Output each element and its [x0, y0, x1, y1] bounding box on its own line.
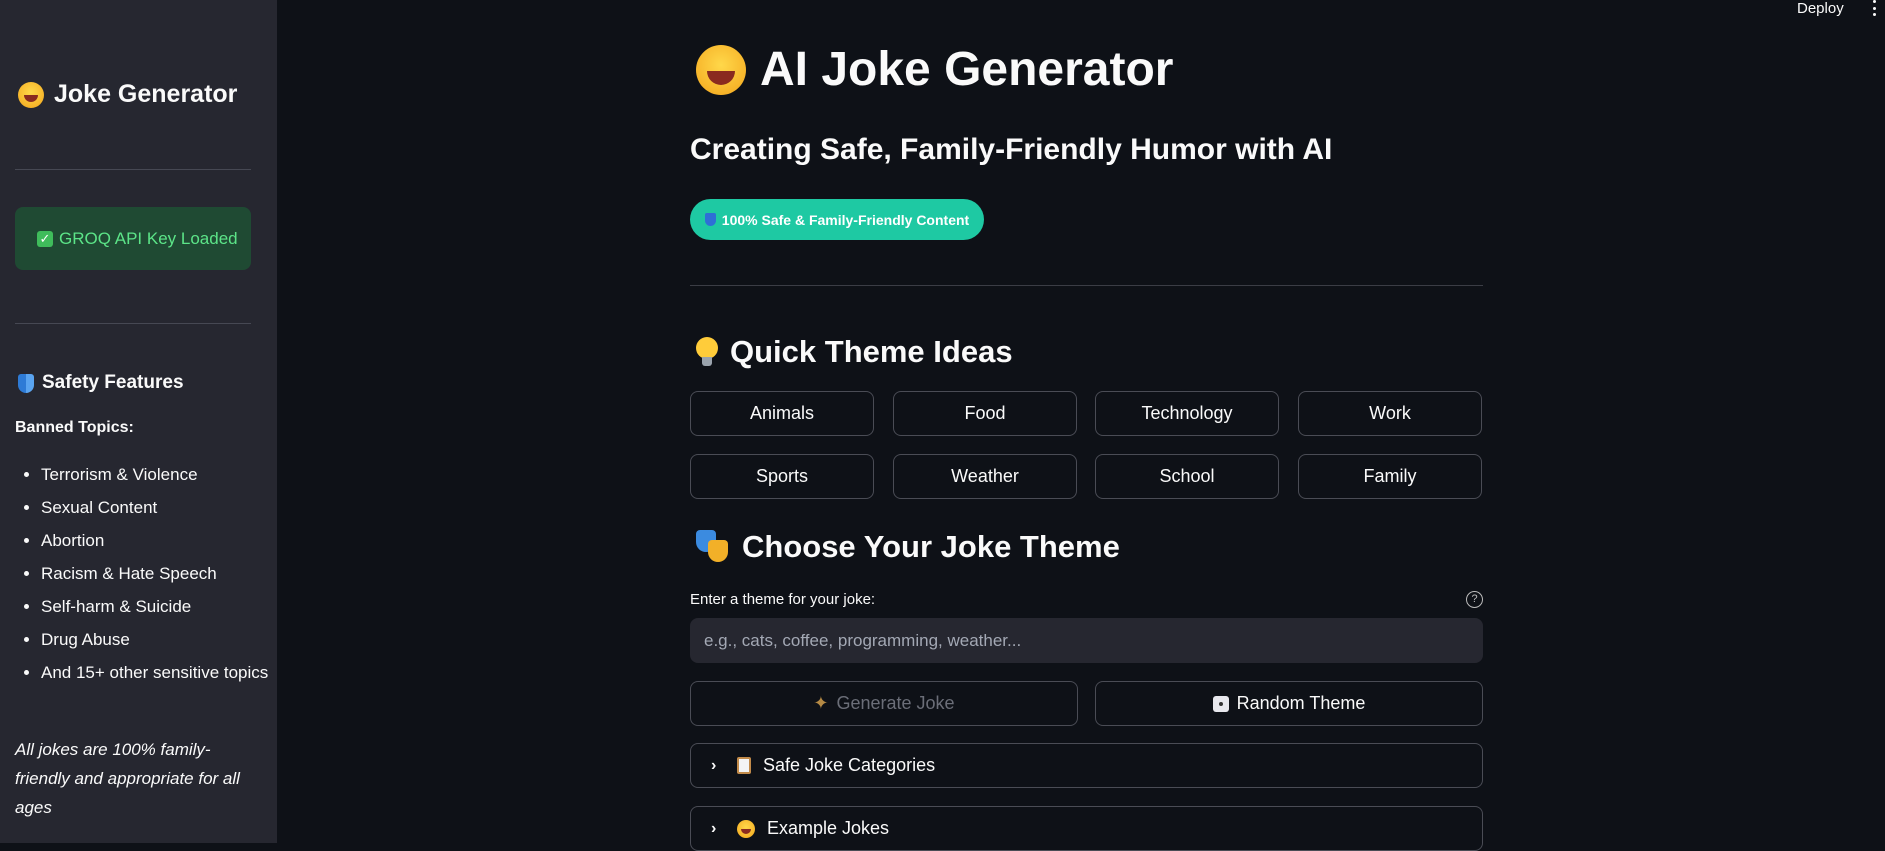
help-icon[interactable]: ? [1466, 591, 1483, 608]
list-item: Self-harm & Suicide [41, 595, 277, 619]
random-theme-label: Random Theme [1236, 693, 1366, 713]
theme-button-weather[interactable]: Weather [893, 454, 1077, 499]
laughing-emoji-icon [696, 44, 746, 95]
example-jokes-expander[interactable]: › Example Jokes [690, 806, 1483, 851]
check-icon: ✓ [37, 230, 53, 247]
theme-button-animals[interactable]: Animals [690, 391, 874, 436]
theme-button-school[interactable]: School [1095, 454, 1279, 499]
theme-input[interactable] [690, 618, 1483, 663]
list-item: Drug Abuse [41, 628, 277, 652]
choose-theme-heading: Choose Your Joke Theme [696, 529, 1120, 565]
safe-badge-text: 100% Safe & Family-Friendly Content [721, 211, 970, 228]
page-subtitle: Creating Safe, Family-Friendly Humor wit… [690, 133, 1333, 166]
divider [690, 285, 1483, 286]
theme-input-label: Enter a theme for your joke: [690, 591, 876, 608]
chevron-right-icon: › [711, 819, 717, 837]
laughing-emoji-icon [737, 819, 755, 838]
safety-features-text: Safety Features [42, 372, 184, 393]
sidebar: Joke Generator ✓ GROQ API Key Loaded Saf… [0, 0, 277, 843]
safe-content-badge: 100% Safe & Family-Friendly Content [690, 199, 984, 240]
generate-joke-label: Generate Joke [836, 693, 955, 713]
sparkle-icon: ✦ [813, 693, 829, 713]
chevron-right-icon: › [711, 756, 717, 774]
deploy-button[interactable]: Deploy [1797, 0, 1844, 17]
list-item: Terrorism & Violence [41, 463, 277, 487]
choose-theme-heading-text: Choose Your Joke Theme [742, 529, 1120, 564]
list-item: Sexual Content [41, 496, 277, 520]
safety-features-heading: Safety Features [18, 372, 184, 394]
bulb-icon [696, 337, 718, 367]
quick-theme-heading-text: Quick Theme Ideas [730, 334, 1013, 369]
list-item: Racism & Hate Speech [41, 562, 277, 586]
page-title: AI Joke Generator [696, 42, 1173, 97]
page-title-text: AI Joke Generator [760, 43, 1174, 96]
expander-label: Example Jokes [767, 818, 890, 838]
family-friendly-note: All jokes are 100% family-friendly and a… [15, 740, 240, 817]
api-status-alert: ✓ GROQ API Key Loaded [15, 207, 251, 270]
banned-topics-heading: Banned Topics: [15, 419, 134, 436]
list-item: Abortion [41, 529, 277, 553]
laughing-emoji-icon [18, 81, 44, 108]
api-status-text: GROQ API Key Loaded [59, 228, 238, 248]
sidebar-divider [15, 169, 251, 170]
theme-button-work[interactable]: Work [1298, 391, 1482, 436]
theme-button-family[interactable]: Family [1298, 454, 1482, 499]
theme-button-food[interactable]: Food [893, 391, 1077, 436]
banned-topics-list: Terrorism & Violence Sexual Content Abor… [15, 463, 277, 694]
clipboard-icon [737, 757, 751, 774]
masks-icon [696, 530, 730, 564]
shield-icon [18, 373, 34, 393]
theme-button-sports[interactable]: Sports [690, 454, 874, 499]
list-item: And 15+ other sensitive topics [41, 661, 277, 685]
shield-icon [704, 213, 716, 226]
quick-theme-heading: Quick Theme Ideas [696, 334, 1013, 370]
random-theme-button[interactable]: Random Theme [1095, 681, 1483, 726]
sidebar-divider [15, 323, 251, 324]
generate-joke-button[interactable]: ✦ Generate Joke [690, 681, 1078, 726]
sidebar-title: Joke Generator [18, 80, 237, 109]
dice-icon [1212, 695, 1229, 712]
expander-label: Safe Joke Categories [763, 755, 936, 775]
menu-icon[interactable] [1871, 0, 1877, 16]
sidebar-title-text: Joke Generator [54, 80, 238, 108]
safe-joke-categories-expander[interactable]: › Safe Joke Categories [690, 743, 1483, 788]
theme-button-technology[interactable]: Technology [1095, 391, 1279, 436]
